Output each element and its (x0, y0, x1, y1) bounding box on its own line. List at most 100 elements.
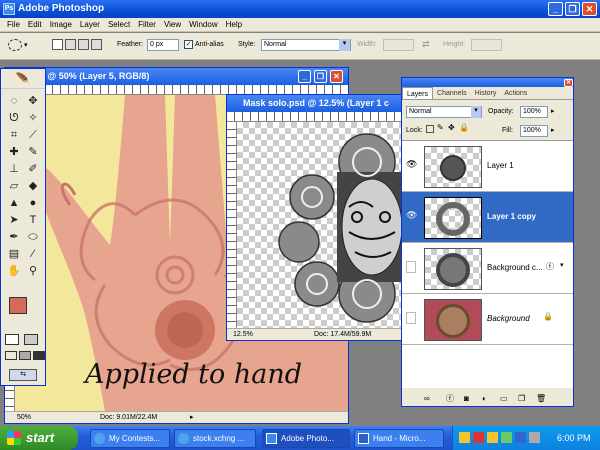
menu-image[interactable]: Image (46, 18, 76, 31)
panel-title-bar[interactable] (402, 78, 573, 87)
paint-bucket-tool-icon[interactable]: ◆ (24, 178, 42, 194)
visibility-box-icon[interactable] (406, 261, 416, 273)
crop-tool-icon[interactable]: ⌗ (5, 127, 23, 143)
chevron-right-icon[interactable]: ▸ (551, 126, 555, 134)
fill-input[interactable]: 100% (520, 125, 548, 137)
tray-antivirus-icon[interactable] (473, 432, 484, 443)
screen-mode-full-icon[interactable] (19, 351, 31, 360)
chevron-down-icon[interactable]: ▾ (339, 39, 350, 51)
swap-icon[interactable]: ⇄ (422, 39, 430, 50)
lasso-tool-icon[interactable]: ᘎ (5, 110, 23, 126)
task-stock-xchng[interactable]: stock.xchng ... (174, 429, 256, 448)
dodge-tool-icon[interactable]: ● (24, 195, 42, 211)
clone-stamp-tool-icon[interactable]: ⊥ (5, 161, 23, 177)
screen-mode-black-icon[interactable] (33, 351, 45, 360)
chevron-right-icon[interactable]: ▸ (190, 412, 194, 423)
zoom-level[interactable]: 12.5% (233, 329, 253, 340)
new-layer-icon[interactable]: ❐ (518, 391, 525, 406)
tray-network-icon[interactable] (501, 432, 512, 443)
path-select-tool-icon[interactable]: ➤ (5, 212, 23, 228)
task-hand-word[interactable]: Hand - Micro... (354, 429, 444, 448)
menu-help[interactable]: Help (222, 18, 246, 31)
magic-wand-tool-icon[interactable]: ✧ (24, 110, 42, 126)
new-group-icon[interactable]: ▭ (500, 391, 508, 406)
task-my-contests[interactable]: My Contests... (90, 429, 170, 448)
visibility-eye-icon[interactable]: 👁 (406, 210, 417, 222)
task-adobe-photoshop[interactable]: Adobe Photo... (262, 429, 350, 448)
slice-tool-icon[interactable]: ⟋ (24, 127, 42, 143)
elliptical-marquee-icon[interactable] (8, 39, 22, 51)
layer-name[interactable]: Layer 1 copy (487, 212, 536, 221)
marquee-tool-icon[interactable]: ◌ (5, 93, 23, 109)
brush-tool-icon[interactable]: ✎ (24, 144, 42, 160)
menu-edit[interactable]: Edit (24, 18, 46, 31)
chevron-right-icon[interactable]: ▸ (551, 107, 555, 115)
type-tool-icon[interactable]: T (24, 212, 42, 228)
lock-move-icon[interactable]: ✥ (448, 123, 455, 132)
tab-actions[interactable]: Actions (500, 87, 531, 99)
zoom-tool-icon[interactable]: ⚲ (24, 263, 42, 279)
minimize-icon[interactable]: _ (548, 2, 563, 16)
visibility-box-icon[interactable] (406, 312, 416, 324)
tray-messenger-icon[interactable] (487, 432, 498, 443)
tray-volume-icon[interactable] (529, 432, 540, 443)
start-button[interactable]: start (0, 426, 78, 450)
mask-canvas[interactable] (237, 122, 402, 328)
clock[interactable]: 6:00 PM (557, 426, 591, 450)
visibility-eye-icon[interactable]: 👁 (406, 159, 417, 171)
subtract-selection-icon[interactable] (78, 39, 89, 50)
chevron-down-icon[interactable]: ▾ (560, 261, 564, 269)
layer-row[interactable]: Background 🔒 (402, 294, 573, 345)
move-tool-icon[interactable]: ✥ (24, 93, 42, 109)
style-select[interactable]: Normal ▾ (261, 39, 351, 51)
notes-tool-icon[interactable]: ▤ (5, 246, 23, 262)
maximize-icon[interactable]: ❐ (314, 70, 327, 83)
add-style-icon[interactable]: ⓕ (446, 391, 454, 406)
menu-window[interactable]: Window (185, 18, 221, 31)
antialias-checkbox[interactable]: ✓ (184, 40, 193, 49)
trash-icon[interactable]: 🗑 (536, 391, 546, 406)
layer-name[interactable]: Layer 1 (487, 161, 514, 170)
add-mask-icon[interactable]: ◙ (464, 391, 469, 406)
pen-tool-icon[interactable]: ✒ (5, 229, 23, 245)
foreground-color-swatch[interactable] (9, 297, 27, 314)
zoom-level[interactable]: 50% (17, 412, 31, 423)
lock-brush-icon[interactable]: ✎ (437, 123, 444, 132)
layer-row[interactable]: Background c... ⓕ ▾ (402, 243, 573, 294)
close-icon[interactable]: ✕ (582, 2, 597, 16)
tab-history[interactable]: History (471, 87, 501, 99)
new-selection-icon[interactable] (52, 39, 63, 50)
eyedropper-tool-icon[interactable]: ⁄ (24, 246, 42, 262)
close-icon[interactable]: ✕ (564, 79, 573, 87)
menu-filter[interactable]: Filter (134, 18, 160, 31)
blur-tool-icon[interactable]: ▲ (5, 195, 23, 211)
width-input[interactable] (383, 39, 414, 51)
height-input[interactable] (471, 39, 502, 51)
lock-transparency-icon[interactable] (426, 125, 434, 133)
hand-tool-icon[interactable]: ✋ (5, 263, 23, 279)
layer-style-icon[interactable]: ⓕ (546, 261, 554, 272)
document-title-mask[interactable]: Mask solo.psd @ 12.5% (Layer 1 c (227, 95, 402, 112)
maximize-icon[interactable]: ❐ (565, 2, 580, 16)
quick-mask-icon[interactable] (24, 334, 38, 345)
document-title-hand[interactable]: tled-1 @ 50% (Layer 5, RGB/8) (5, 68, 348, 85)
menu-layer[interactable]: Layer (76, 18, 104, 31)
adjustment-layer-icon[interactable]: ◐ (482, 391, 487, 406)
screen-mode-icon[interactable] (5, 351, 17, 360)
menu-select[interactable]: Select (104, 18, 134, 31)
layer-name[interactable]: Background (487, 314, 530, 323)
eraser-tool-icon[interactable]: ▱ (5, 178, 23, 194)
chevron-down-icon[interactable]: ▾ (471, 106, 481, 118)
jump-to-imageready-icon[interactable]: ⇆ (9, 369, 37, 381)
intersect-selection-icon[interactable] (91, 39, 102, 50)
chevron-down-icon[interactable]: ▾ (24, 41, 28, 49)
feather-input[interactable]: 0 px (147, 39, 179, 51)
opacity-input[interactable]: 100% (520, 106, 548, 118)
tab-channels[interactable]: Channels (433, 87, 471, 99)
layer-row[interactable]: 👁 Layer 1 (402, 141, 573, 192)
add-selection-icon[interactable] (65, 39, 76, 50)
menu-file[interactable]: File (3, 18, 24, 31)
layer-name[interactable]: Background c... (487, 263, 543, 272)
link-layers-icon[interactable]: ∞ (424, 391, 430, 406)
menu-view[interactable]: View (160, 18, 185, 31)
